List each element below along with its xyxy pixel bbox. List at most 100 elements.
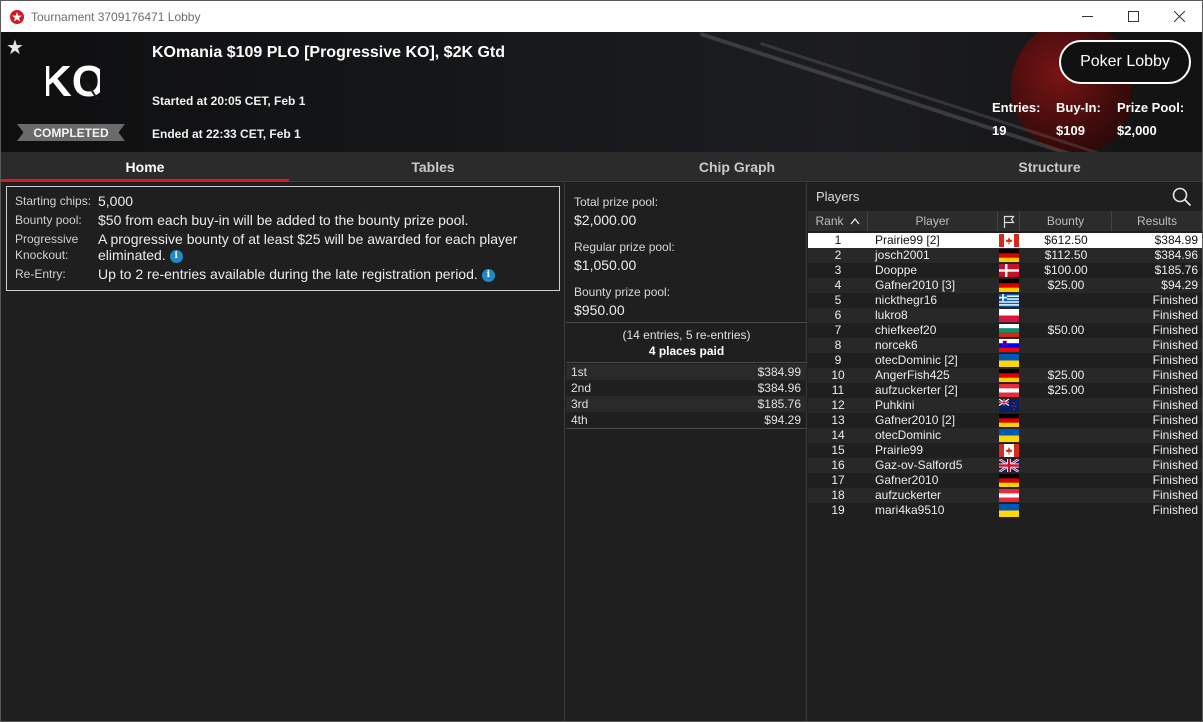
player-row[interactable]: 5 nickthegr16 Finished	[808, 293, 1202, 308]
flag-at-icon	[999, 384, 1019, 397]
close-button[interactable]	[1156, 1, 1202, 32]
player-bounty	[1020, 458, 1112, 473]
tab-chip-graph[interactable]: Chip Graph	[577, 152, 897, 182]
player-bounty: $25.00	[1047, 278, 1085, 292]
player-row[interactable]: 14 otecDominic Finished	[808, 428, 1202, 443]
player-row[interactable]: 17 Gafner2010 Finished	[808, 473, 1202, 488]
country-flag-icon	[998, 353, 1020, 368]
player-row[interactable]: 3 Dooppe $100.00 $185.76	[808, 263, 1202, 278]
player-name: otecDominic [2]	[875, 353, 958, 367]
players-header: Players	[808, 182, 1202, 210]
player-name: aufzuckerter [2]	[875, 383, 958, 397]
player-result: Finished	[1152, 488, 1198, 502]
info-value-wrap: A progressive bounty of at least $25 wil…	[98, 231, 551, 263]
total-prize-pool: Total prize pool: $2,000.00	[574, 195, 658, 228]
player-row[interactable]: 19 mari4ka9510 Finished	[808, 503, 1202, 518]
player-name: aufzuckerter	[875, 488, 942, 502]
info-value: Up to 2 re-entries available during the …	[98, 266, 478, 282]
column-player[interactable]: Player	[868, 211, 998, 231]
info-value-wrap: Up to 2 re-entries available during the …	[98, 266, 551, 282]
column-rank[interactable]: Rank	[808, 211, 868, 231]
total-prize-value: $2,000.00	[574, 212, 637, 228]
payout-amount: $94.29	[764, 413, 801, 427]
payout-row: 2nd $384.96	[566, 380, 807, 396]
player-row[interactable]: 7 chiefkeef20 $50.00 Finished	[808, 323, 1202, 338]
column-bounty[interactable]: Bounty	[1020, 211, 1112, 231]
player-name: Prairie99	[875, 443, 924, 457]
player-row[interactable]: 9 otecDominic [2] Finished	[808, 353, 1202, 368]
payout-amount: $185.76	[757, 397, 801, 411]
player-row[interactable]: 18 aufzuckerter Finished	[808, 488, 1202, 503]
country-flag-icon	[998, 263, 1020, 278]
player-row[interactable]: 12 Puhkini Finished	[808, 398, 1202, 413]
player-name: Gafner2010	[875, 473, 939, 487]
minimize-button[interactable]	[1064, 1, 1110, 32]
regular-prize-pool: Regular prize pool: $1,050.00	[574, 240, 675, 273]
player-rank: 8	[834, 338, 842, 352]
country-flag-icon	[998, 278, 1020, 293]
sort-ascending-icon	[849, 217, 860, 225]
player-name: Gafner2010 [3]	[875, 278, 956, 292]
tab-tables[interactable]: Tables	[289, 152, 577, 182]
player-row[interactable]: 8 norcek6 Finished	[808, 338, 1202, 353]
flag-ua-icon	[999, 504, 1019, 517]
player-bounty: $100.00	[1044, 263, 1088, 277]
search-icon[interactable]	[1172, 187, 1192, 207]
info-value: 5,000	[98, 193, 134, 209]
flag-ca-icon	[999, 444, 1019, 457]
players-title: Players	[816, 188, 860, 204]
player-rank: 17	[831, 473, 845, 487]
column-results[interactable]: Results	[1112, 211, 1202, 231]
player-rank: 3	[834, 263, 842, 277]
bounty-prize-pool: Bounty prize pool: $950.00	[574, 285, 670, 318]
prizepool-label: Prize Pool:	[1117, 100, 1185, 115]
player-row[interactable]: 4 Gafner2010 [3] $25.00 $94.29	[808, 278, 1202, 293]
player-row[interactable]: 11 aufzuckerter [2] $25.00 Finished	[808, 383, 1202, 398]
player-name: mari4ka9510	[875, 503, 945, 517]
payout-place: 1st	[571, 365, 588, 379]
flag-nz-icon	[999, 399, 1019, 412]
tab-home[interactable]: Home	[1, 152, 289, 182]
info-icon[interactable]: i	[169, 249, 183, 263]
player-row[interactable]: 16 Gaz-ov-Salford5 Finished	[808, 458, 1202, 473]
country-flag-icon	[998, 398, 1020, 413]
player-bounty	[1020, 443, 1112, 458]
player-rank: 11	[831, 383, 845, 397]
info-row-re-entry: Re-Entry: Up to 2 re-entries available d…	[15, 266, 551, 282]
player-rank: 1	[834, 233, 842, 247]
player-bounty: $25.00	[1047, 383, 1085, 397]
player-name: Gafner2010 [2]	[875, 413, 956, 427]
maximize-button[interactable]	[1110, 1, 1156, 32]
player-row[interactable]: 10 AngerFish425 $25.00 Finished	[808, 368, 1202, 383]
ko-logo: KO	[46, 57, 100, 106]
country-flag-icon	[998, 488, 1020, 503]
player-name: josch2001	[875, 248, 930, 262]
players-panel: Players Rank Player Bounty Results 1 Prai…	[808, 182, 1202, 721]
player-name: chiefkeef20	[875, 323, 937, 337]
player-row[interactable]: 13 Gafner2010 [2] Finished	[808, 413, 1202, 428]
player-result: $185.76	[1154, 263, 1198, 277]
flag-gr-icon	[999, 294, 1019, 307]
player-row[interactable]: 15 Prairie99 Finished	[808, 443, 1202, 458]
column-country[interactable]	[998, 211, 1020, 231]
country-flag-icon	[998, 368, 1020, 383]
poker-lobby-button[interactable]: Poker Lobby	[1059, 40, 1191, 84]
player-bounty	[1020, 413, 1112, 428]
player-result: Finished	[1152, 398, 1198, 412]
minimize-icon	[1081, 16, 1093, 17]
tournament-header: ★ KO COMPLETED KOmania $109 PLO [Progres…	[1, 32, 1202, 152]
player-row[interactable]: 6 lukro8 Finished	[808, 308, 1202, 323]
tournament-info-box: Starting chips: 5,000 Bounty pool: $50 f…	[6, 186, 560, 291]
tab-structure[interactable]: Structure	[897, 152, 1202, 182]
info-icon[interactable]: i	[481, 268, 495, 282]
player-bounty	[1020, 338, 1112, 353]
favorite-star-icon[interactable]: ★	[6, 35, 24, 60]
player-bounty: $112.50	[1044, 248, 1088, 262]
player-result: Finished	[1152, 458, 1198, 472]
player-bounty	[1020, 488, 1112, 503]
player-result: Finished	[1152, 293, 1198, 307]
player-bounty	[1020, 473, 1112, 488]
info-key: Re-Entry:	[15, 267, 66, 281]
player-row[interactable]: 1 Prairie99 [2] $612.50 $384.99	[808, 233, 1202, 248]
player-row[interactable]: 2 josch2001 $112.50 $384.96	[808, 248, 1202, 263]
